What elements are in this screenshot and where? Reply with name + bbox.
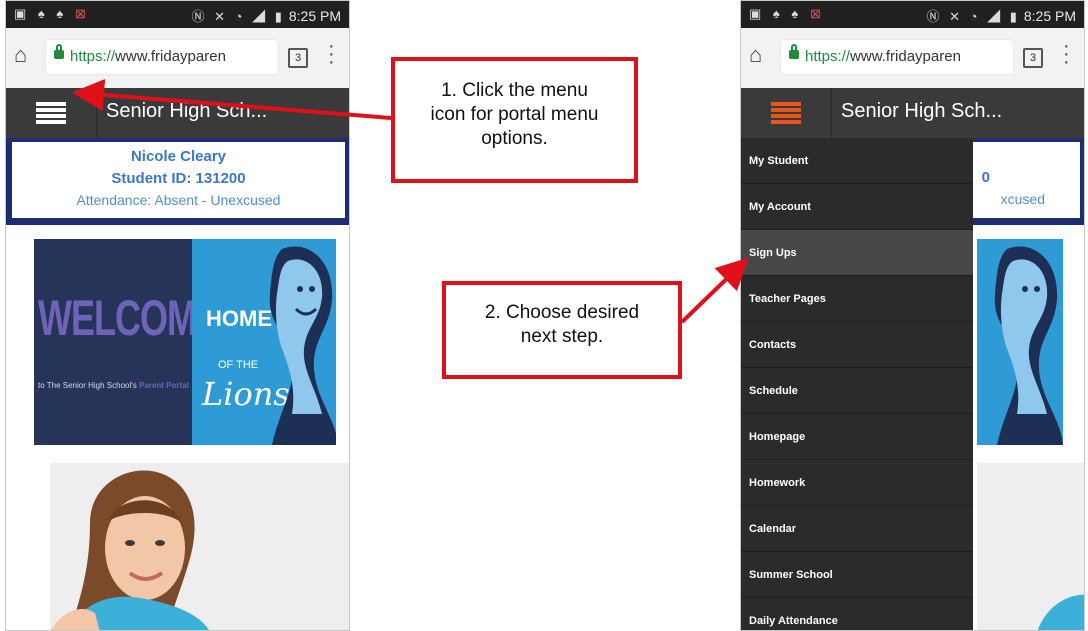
status-bar: ▣ ♠ ♠ ⊠ Ⓝ ✕ ◔ ◢ ▮ 8:25 PM xyxy=(741,1,1084,28)
signal-icons: Ⓝ ✕ ◔ ◢ ▮ xyxy=(191,9,285,24)
welcome-banner-partial xyxy=(977,239,1063,445)
url-text: https://www.fridayparen xyxy=(70,48,226,65)
menu-item-contacts[interactable]: Contacts xyxy=(741,322,973,368)
student-id: Student ID: 131200 xyxy=(111,170,246,187)
lion-mascot-icon xyxy=(994,246,1063,445)
callout-step-2: 2. Choose desired next step. xyxy=(442,281,682,379)
clock: 8:25 PM xyxy=(1023,8,1076,24)
app-header: Senior High Sch... xyxy=(741,88,1084,138)
student-card: Nicole Cleary Student ID: 131200 Attenda… xyxy=(12,142,345,218)
welcome-banner: WELCOME to The Senior High School's Pare… xyxy=(34,239,336,445)
menu-item-sign-ups[interactable]: Sign Ups xyxy=(741,230,973,276)
lion-mascot-icon xyxy=(269,246,336,445)
app-title: Senior High Sch... xyxy=(106,100,268,122)
welcome-subtext: to The Senior High School's Parent Porta… xyxy=(38,381,189,390)
url-bar[interactable]: https://www.fridayparen xyxy=(781,40,1013,74)
lock-icon xyxy=(789,44,799,59)
menu-item-homework[interactable]: Homework xyxy=(741,460,973,506)
banner-welcome-panel: WELCOME to The Senior High School's Pare… xyxy=(34,239,220,445)
status-right: Ⓝ ✕ ◔ ◢ ▮ 8:25 PM xyxy=(927,6,1077,25)
student-name: Nicole Cleary xyxy=(130,148,227,165)
app-header: Senior High Sch... xyxy=(6,88,349,138)
phone-screen-before: ▣ ♠ ♠ ⊠ Ⓝ ✕ ◔ ◢ ▮ 8:25 PM ⌂ https://www.f… xyxy=(5,0,350,631)
student-photo-image xyxy=(50,463,349,630)
portal-menu-drawer: My Student My Account Sign Ups Teacher P… xyxy=(741,138,973,630)
tabs-icon[interactable]: 3 xyxy=(1023,48,1043,68)
hamburger-icon xyxy=(36,102,66,124)
status-bar: ▣ ♠ ♠ ⊠ Ⓝ ✕ ◔ ◢ ▮ 8:25 PM xyxy=(6,1,349,28)
banner-lions-panel: HOME OF THE Lions xyxy=(192,239,336,445)
menu-item-summer-school[interactable]: Summer School xyxy=(741,552,973,598)
browser-toolbar: ⌂ https://www.fridayparen 3 · · · xyxy=(6,28,349,88)
menu-item-my-account[interactable]: My Account xyxy=(741,184,973,230)
menu-item-schedule[interactable]: Schedule xyxy=(741,368,973,414)
browser-toolbar: ⌂ https://www.fridayparen 3 · · · xyxy=(741,28,1084,88)
status-right: Ⓝ ✕ ◔ ◢ ▮ 8:25 PM xyxy=(192,6,342,25)
student-panel: Nicole Cleary Student ID: 131200 Attenda… xyxy=(6,138,349,225)
phone-screen-after: ▣ ♠ ♠ ⊠ Ⓝ ✕ ◔ ◢ ▮ 8:25 PM ⌂ https://www.f… xyxy=(740,0,1085,631)
menu-button[interactable] xyxy=(6,88,97,138)
student-photo-partial xyxy=(977,463,1084,630)
menu-item-my-student[interactable]: My Student xyxy=(741,138,973,184)
url-bar[interactable]: https://www.fridayparen xyxy=(46,40,278,74)
menu-item-calendar[interactable]: Calendar xyxy=(741,506,973,552)
more-vert-icon[interactable]: · · · xyxy=(328,36,335,72)
welcome-text: WELCOME xyxy=(38,288,220,346)
student-photo-image xyxy=(977,463,1084,630)
notification-icons: ▣ ♠ ♠ ⊠ xyxy=(749,6,825,21)
menu-item-daily-attendance[interactable]: Daily Attendance xyxy=(741,598,973,630)
more-vert-icon[interactable]: · · · xyxy=(1063,36,1070,72)
lock-icon xyxy=(54,44,64,59)
arrow-to-sign-ups xyxy=(680,257,749,324)
attendance-status: Attendance: Absent - Unexcused xyxy=(76,192,281,208)
home-icon[interactable]: ⌂ xyxy=(14,44,36,66)
signal-icons: Ⓝ ✕ ◔ ◢ ▮ xyxy=(926,9,1020,24)
menu-button[interactable] xyxy=(741,88,832,138)
menu-item-homepage[interactable]: Homepage xyxy=(741,414,973,460)
menu-item-teacher-pages[interactable]: Teacher Pages xyxy=(741,276,973,322)
banner-lions-panel xyxy=(977,239,1063,445)
clock: 8:25 PM xyxy=(288,8,341,24)
url-text: https://www.fridayparen xyxy=(805,48,961,65)
hamburger-icon xyxy=(771,102,801,124)
notification-icons: ▣ ♠ ♠ ⊠ xyxy=(14,6,90,21)
home-icon[interactable]: ⌂ xyxy=(749,44,771,66)
app-title: Senior High Sch... xyxy=(841,100,1003,122)
student-photo xyxy=(50,463,349,630)
tabs-icon[interactable]: 3 xyxy=(288,48,308,68)
callout-step-1: 1. Click the menu icon for portal menu o… xyxy=(391,57,638,183)
